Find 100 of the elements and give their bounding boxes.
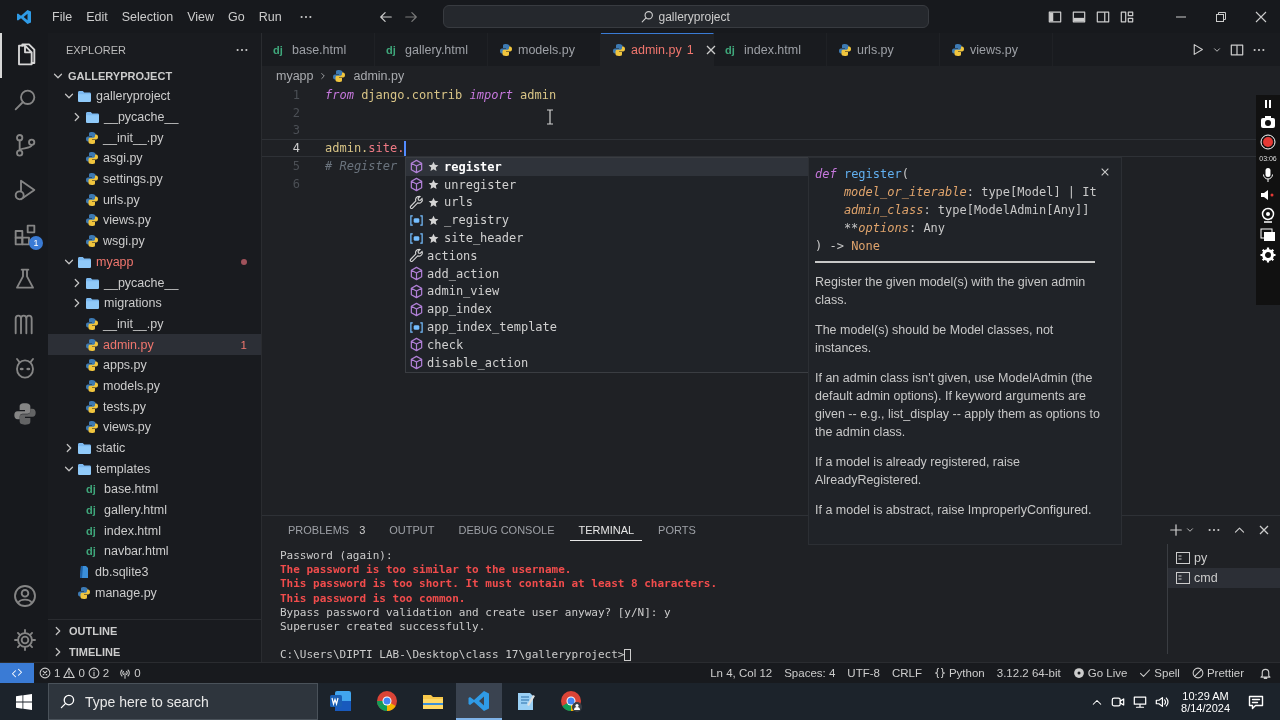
file-tree-item[interactable]: admin.py 1 — [48, 334, 261, 355]
file-tree-item[interactable]: migrations — [48, 292, 261, 314]
terminal-session[interactable]: cmd — [1168, 568, 1280, 588]
menu-item[interactable]: View — [180, 6, 221, 27]
file-tree-item[interactable]: static — [48, 437, 261, 459]
section-header[interactable]: TIMELINE — [48, 641, 261, 662]
alien-head-icon[interactable] — [13, 356, 37, 381]
menu-item[interactable]: Edit — [79, 6, 115, 27]
menu-item[interactable]: Run — [251, 6, 289, 27]
file-tree-item[interactable]: views.py — [48, 417, 261, 438]
file-tree-item[interactable]: tests.py — [48, 396, 261, 417]
suggestion-item[interactable]: disable_action — [406, 353, 808, 372]
file-tree-item[interactable]: dj gallery.html — [48, 499, 261, 521]
suggestion-item[interactable]: add_action — [406, 264, 808, 283]
suggestion-item[interactable]: urls — [406, 193, 808, 212]
file-tree-item[interactable]: settings.py — [48, 168, 261, 190]
menu-item[interactable]: Selection — [114, 6, 181, 27]
file-tree-item[interactable]: dj base.html — [48, 479, 261, 500]
suggestion-item[interactable]: unregister — [406, 175, 808, 194]
panel-tab[interactable]: TERMINAL — [570, 519, 643, 541]
editor-tab[interactable]: dj gallery.html — [375, 33, 488, 66]
forward-arrow-icon[interactable] — [403, 9, 418, 24]
file-tree-item[interactable]: urls.py — [48, 189, 261, 211]
settings-icon[interactable] — [13, 628, 37, 652]
status-item[interactable]: Python — [928, 667, 990, 679]
windows-start-icon[interactable] — [16, 693, 32, 710]
tree-section-header[interactable]: GALLERYPROJECT — [48, 66, 261, 86]
problems-status[interactable]: 1 0 2 — [34, 667, 115, 679]
suggestion-item[interactable]: admin_view — [406, 282, 808, 301]
plus-icon[interactable] — [1169, 523, 1183, 537]
taskbar-clock[interactable]: 10:29 AM 8/14/2024 — [1181, 689, 1230, 714]
file-tree-item[interactable]: __pycache__ — [48, 272, 261, 293]
file-tree-item[interactable]: apps.py — [48, 354, 261, 376]
breadcrumb-item[interactable]: admin.py — [331, 69, 405, 83]
back-arrow-icon[interactable] — [378, 9, 393, 24]
command-search-field[interactable]: galleryproject — [442, 5, 929, 28]
close-icon[interactable] — [1255, 10, 1267, 23]
terminal-session[interactable]: py — [1168, 548, 1280, 568]
file-tree-item[interactable]: db.sqlite3 — [48, 561, 261, 583]
suggestion-item[interactable]: actions — [406, 247, 808, 265]
toggle-secondary-sidebar-icon[interactable] — [1096, 9, 1110, 24]
suggestion-item[interactable]: app_index_template — [406, 318, 808, 336]
close-icon[interactable] — [1100, 167, 1110, 177]
python-icon[interactable] — [13, 401, 37, 426]
file-tree-item[interactable]: views.py — [48, 210, 261, 231]
breadcrumb-item[interactable]: myapp — [276, 69, 314, 83]
toggle-sidebar-icon[interactable] — [1048, 9, 1062, 24]
extensions-icon[interactable] — [13, 222, 37, 247]
file-tree-item[interactable]: __init__.py — [48, 313, 261, 335]
taskbar-search-field[interactable]: Type here to search — [48, 683, 318, 720]
panel-tab[interactable]: OUTPUT — [381, 519, 443, 541]
split-editor-icon[interactable] — [1230, 42, 1244, 57]
suggestion-item[interactable]: _registry — [406, 211, 808, 230]
file-tree-item[interactable]: dj index.html — [48, 520, 261, 542]
toggle-panel-icon[interactable] — [1072, 9, 1086, 24]
meet-now-icon[interactable] — [1111, 694, 1126, 709]
volume-icon[interactable] — [1155, 694, 1170, 709]
status-item[interactable]: 3.12.2 64-bit — [991, 667, 1066, 679]
search-icon[interactable] — [13, 88, 37, 113]
status-item[interactable]: Ln 4, Col 12 — [705, 667, 778, 679]
file-tree-item[interactable]: asgi.py — [48, 148, 261, 169]
status-item[interactable]: Spell — [1134, 667, 1185, 679]
ports-status[interactable]: 0 — [114, 667, 146, 679]
run-debug-icon[interactable] — [13, 177, 37, 202]
suggestion-item[interactable]: app_index — [406, 300, 808, 319]
panel-tab[interactable]: DEBUG CONSOLE — [450, 519, 563, 541]
file-tree-item[interactable]: __init__.py — [48, 127, 261, 149]
run-icon[interactable] — [1191, 43, 1204, 56]
editor-tab[interactable]: admin.py 1 — [601, 33, 714, 66]
menu-item[interactable]: File — [45, 6, 80, 27]
close-icon[interactable] — [1258, 524, 1270, 536]
file-tree-item[interactable]: manage.py — [48, 582, 261, 604]
suggestion-item[interactable]: site_header — [406, 229, 808, 247]
source-control-icon[interactable] — [13, 133, 37, 157]
file-tree-item[interactable]: galleryproject — [48, 86, 261, 107]
bell-icon[interactable] — [1259, 666, 1272, 680]
file-tree-item[interactable]: myapp — [48, 251, 261, 273]
close-icon[interactable] — [704, 44, 717, 56]
status-item[interactable]: UTF-8 — [842, 667, 885, 679]
editor-tab[interactable]: urls.py — [827, 33, 940, 66]
status-item[interactable]: Prettier — [1186, 667, 1249, 679]
panel-tab[interactable]: PROBLEMS 3 — [280, 519, 374, 541]
file-tree-item[interactable]: dj navbar.html — [48, 541, 261, 562]
network-icon[interactable] — [1133, 694, 1148, 709]
editor-tab[interactable]: views.py — [940, 33, 1053, 66]
editor-tab[interactable]: dj base.html — [262, 33, 375, 66]
status-item[interactable]: CRLF — [886, 667, 927, 679]
status-item[interactable]: Spaces: 4 — [779, 667, 841, 679]
panel-tab[interactable]: PORTS — [650, 519, 704, 541]
file-tree-item[interactable]: templates — [48, 458, 261, 480]
account-icon[interactable] — [13, 584, 37, 608]
editor-tab[interactable]: dj index.html — [714, 33, 827, 66]
restore-icon[interactable] — [1215, 10, 1227, 23]
customize-layout-icon[interactable] — [1120, 9, 1134, 24]
menu-item[interactable]: Go — [221, 6, 252, 27]
suggestion-item[interactable]: register — [406, 158, 808, 176]
status-item[interactable]: Go Live — [1067, 667, 1133, 679]
chevron-down-icon[interactable] — [1185, 525, 1195, 535]
file-tree-item[interactable]: wsgi.py — [48, 230, 261, 252]
suggestion-item[interactable]: check — [406, 335, 808, 354]
